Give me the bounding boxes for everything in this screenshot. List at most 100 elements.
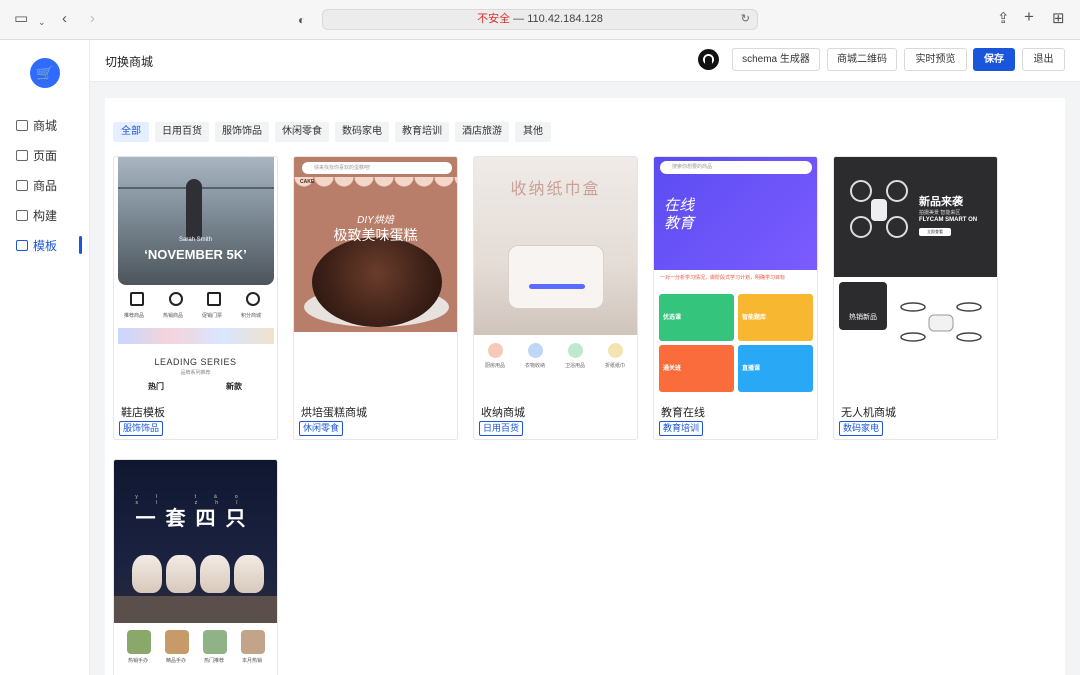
tissue-icon — [608, 343, 623, 358]
tab-digital[interactable]: 数码家电 — [335, 122, 389, 142]
sidebar-item-label: 商城 — [33, 119, 58, 133]
kitchen-icon — [488, 343, 503, 358]
sidebar-item-label: 商品 — [33, 179, 58, 193]
new-tab: 新款 — [226, 382, 242, 391]
chevron-down-icon[interactable]: ⌄ — [38, 13, 46, 31]
github-icon[interactable] — [698, 49, 719, 70]
tab-daily-goods[interactable]: 日用百货 — [155, 122, 209, 142]
drone-view-button: 立即查看 — [919, 228, 951, 236]
drone-subtitle: 拍摄美景 智能来区 — [919, 210, 961, 216]
sidebar-item-label: 模板 — [33, 239, 58, 253]
sidebar: 🛒 商城 页面 商品 构建 模板 — [0, 40, 90, 675]
tab-apparel[interactable]: 服饰饰品 — [215, 122, 269, 142]
template-card-cake[interactable]: 快来找找你喜欢的蛋糕吧! CAKE DIY烘焙 极致美味蛋糕 烘培蛋糕商城 休闲… — [293, 156, 458, 440]
cat-figure — [234, 555, 264, 593]
build-icon — [16, 210, 28, 221]
new-tab-icon[interactable]: + — [1024, 8, 1034, 26]
address-bar[interactable]: 不安全 — 110.42.184.128 ↻ — [322, 9, 758, 30]
hot-icon — [169, 292, 183, 306]
tab-other[interactable]: 其他 — [515, 122, 551, 142]
diy-title: DIY烘焙 — [357, 215, 394, 226]
tab-travel[interactable]: 酒店旅游 — [455, 122, 509, 142]
template-icon — [16, 240, 28, 251]
cat-figure — [200, 555, 230, 593]
reload-icon[interactable]: ↻ — [741, 10, 750, 29]
category-label: 厨房用品 — [485, 363, 506, 369]
category-tag: 数码家电 — [839, 421, 884, 436]
runner-name: Sarah Smith — [178, 237, 212, 243]
mini-label: 促销门票 — [202, 313, 223, 319]
schema-generator-button[interactable]: schema 生成器 — [732, 48, 820, 71]
hot-tab: 热门 — [148, 382, 164, 391]
sidebar-toggle-icon[interactable]: ▭ — [14, 10, 28, 28]
recommend-icon — [130, 292, 144, 306]
category-thumb — [203, 630, 227, 654]
template-card-figurines[interactable]: yī tào sì zhī 一套四只 热销手办 精品手办 热门推荐 本月热销 — [113, 459, 278, 675]
template-thumbnail: 收纳纸巾盒 厨房用品 衣物收纳 卫浴用品 折纸纸巾 — [474, 157, 637, 397]
cat-figure — [166, 555, 196, 593]
headline: ‘NOVEMBER 5K’ — [144, 247, 247, 262]
switch-mall-link[interactable]: 切换商城 — [105, 53, 153, 70]
tissue-box-image — [508, 245, 604, 309]
mini-label: 积分商城 — [241, 313, 262, 319]
tab-overview-icon[interactable]: ⊞ — [1052, 10, 1065, 28]
mini-label: 推荐商品 — [124, 313, 145, 319]
template-thumbnail: 搜索你想要的商品 在线 教育 一对一分析学习情况，做阶段式学习计划，明确学习目标… — [654, 157, 817, 397]
template-thumbnail: 新品来袭 拍摄美景 智能来区 FLYCAM SMART ON 立即查看 热销新品 — [834, 157, 997, 397]
top-header: 切换商城 schema 生成器 商城二维码 实时预览 保存 退出 — [90, 40, 1080, 82]
live-preview-button[interactable]: 实时预览 — [904, 48, 967, 71]
template-card-education[interactable]: 搜索你想要的商品 在线 教育 一对一分析学习情况，做阶段式学习计划，明确学习目标… — [653, 156, 818, 440]
template-thumbnail: yī tào sì zhī 一套四只 热销手办 精品手办 热门推荐 本月热销 — [114, 460, 277, 675]
tile-live-class: 直播课 — [738, 345, 813, 392]
template-card-shoe-store[interactable]: Sarah Smith ‘NOVEMBER 5K’ 推荐商品 热销商品 促销门票… — [113, 156, 278, 440]
tile-label: 优选课 — [663, 315, 682, 321]
goods-icon — [16, 180, 28, 191]
category-label: 卫浴用品 — [565, 363, 586, 369]
cake-search-bar: 快来找找你喜欢的蛋糕吧! — [302, 162, 452, 174]
cart-logo-icon[interactable]: 🛒 — [30, 58, 60, 88]
hot-new-badge: 热销新品 — [839, 282, 887, 330]
clothes-icon — [528, 343, 543, 358]
save-button[interactable]: 保存 — [973, 48, 1015, 71]
tab-education[interactable]: 教育培训 — [395, 122, 449, 142]
category-tag: 教育培训 — [659, 421, 704, 436]
cake-image — [312, 237, 442, 327]
edu-notice: 一对一分析学习情况，做阶段式学习计划，明确学习目标 — [654, 270, 817, 292]
back-icon[interactable]: ‹ — [62, 10, 67, 28]
category-label: 热销手办 — [128, 658, 149, 664]
banner-strip — [118, 328, 274, 344]
logout-button[interactable]: 退出 — [1022, 48, 1065, 71]
forward-icon[interactable]: › — [90, 10, 95, 28]
card-name: 收纳商城 — [481, 407, 525, 419]
series-subtitle: 品牌系列推荐 — [180, 370, 211, 376]
store-icon — [16, 120, 28, 131]
edu-search-bar: 搜索你想要的商品 — [660, 161, 812, 174]
sidebar-item-page[interactable]: 页面 — [16, 146, 90, 166]
category-tag: 服饰饰品 — [119, 421, 164, 436]
shelf — [114, 596, 277, 623]
tile-label: 通关班 — [663, 366, 682, 372]
mall-qrcode-button[interactable]: 商城二维码 — [827, 48, 897, 71]
ticket-icon — [207, 292, 221, 306]
sidebar-item-label: 构建 — [33, 209, 58, 223]
drone-image — [850, 180, 908, 238]
tab-all[interactable]: 全部 — [113, 122, 149, 142]
sidebar-item-mall[interactable]: 商城 — [16, 116, 90, 136]
tab-snacks[interactable]: 休闲零食 — [275, 122, 329, 142]
template-thumbnail: 快来找找你喜欢的蛋糕吧! CAKE DIY烘焙 极致美味蛋糕 — [294, 157, 457, 397]
category-tag: 日用百货 — [479, 421, 524, 436]
template-thumbnail: Sarah Smith ‘NOVEMBER 5K’ 推荐商品 热销商品 促销门票… — [114, 157, 277, 397]
template-card-storage[interactable]: 收纳纸巾盒 厨房用品 衣物收纳 卫浴用品 折纸纸巾 收纳商城 日用百货 — [473, 156, 638, 440]
shield-icon[interactable]: ◐ — [298, 11, 305, 29]
sidebar-item-build[interactable]: 构建 — [16, 206, 90, 226]
sidebar-item-goods[interactable]: 商品 — [16, 176, 90, 196]
category-thumb — [165, 630, 189, 654]
share-icon[interactable]: ⇪ — [997, 10, 1010, 28]
series-title: LEADING SERIES — [154, 357, 237, 367]
tile-label: 智能题库 — [742, 315, 767, 321]
drone-model: FLYCAM SMART ON — [919, 217, 978, 223]
template-card-drone[interactable]: 新品来袭 拍摄美景 智能来区 FLYCAM SMART ON 立即查看 热销新品… — [833, 156, 998, 440]
card-name: 烘培蛋糕商城 — [301, 407, 367, 419]
category-label: 衣物收纳 — [525, 363, 546, 369]
sidebar-item-template[interactable]: 模板 — [16, 236, 90, 256]
